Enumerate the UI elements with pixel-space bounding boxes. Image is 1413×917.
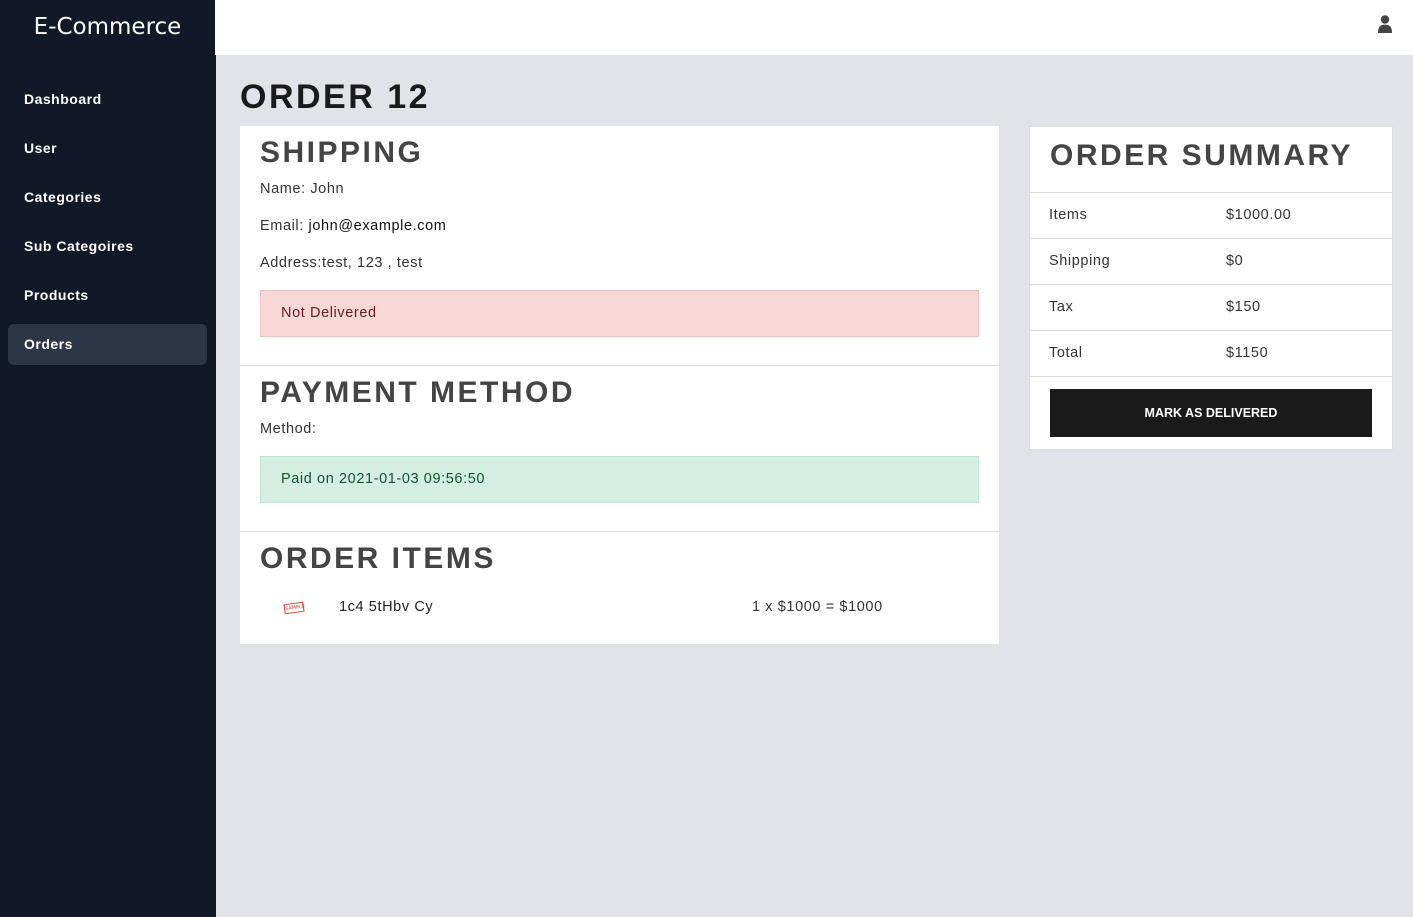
payment-status-alert: Paid on 2021-01-03 09:56:50 [260, 456, 979, 503]
summary-row-shipping: Shipping $0 [1030, 238, 1392, 284]
order-details-card: SHIPPING Name: John Email: john@example.… [240, 126, 999, 644]
mark-as-delivered-button[interactable]: MARK AS DELIVERED [1050, 389, 1372, 437]
delivery-status-alert: Not Delivered [260, 290, 979, 337]
sidebar-item-sub-categories[interactable]: Sub Categoires [8, 226, 207, 267]
page-title: ORDER 12 [240, 78, 431, 116]
shipping-address: Address:test, 123 , test [260, 255, 423, 271]
summary-row-tax: Tax $150 [1030, 284, 1392, 330]
summary-label: Items [1049, 207, 1088, 223]
summary-value: $1000.00 [1226, 207, 1292, 223]
top-bar [215, 0, 1413, 55]
shipping-title: SHIPPING [260, 136, 424, 169]
summary-value: $0 [1226, 253, 1244, 269]
sidebar-item-orders[interactable]: Orders [8, 324, 207, 365]
summary-title: ORDER SUMMARY [1050, 139, 1354, 172]
order-items-title: ORDER ITEMS [260, 542, 496, 575]
section-divider [240, 531, 999, 532]
sidebar: E-Commerce Dashboard User Categories Sub… [0, 0, 216, 917]
summary-row-items: Items $1000.00 [1030, 192, 1392, 238]
sidebar-item-products[interactable]: Products [8, 275, 207, 316]
summary-label: Total [1049, 345, 1083, 361]
item-price-calc: 1 x $1000 = $1000 [752, 599, 883, 615]
sidebar-item-dashboard[interactable]: Dashboard [8, 79, 207, 120]
payment-title: PAYMENT METHOD [260, 376, 576, 409]
shipping-email-link[interactable]: john@example.com [309, 218, 447, 234]
summary-row-total: Total $1150 [1030, 330, 1392, 377]
product-link[interactable]: 1c4 5tHbv Cy [339, 599, 433, 615]
product-thumbnail[interactable]: SAMPLE [283, 601, 305, 615]
section-divider [240, 365, 999, 366]
summary-label: Shipping [1049, 253, 1111, 269]
shipping-email-row: Email: john@example.com [260, 218, 446, 234]
user-icon[interactable] [1378, 15, 1392, 33]
shipping-email-label: Email: [260, 218, 309, 234]
payment-method: Method: [260, 421, 317, 437]
summary-value: $150 [1226, 299, 1261, 315]
brand-logo[interactable]: E-Commerce [0, 0, 215, 55]
summary-value: $1150 [1226, 345, 1269, 361]
shipping-name: Name: John [260, 181, 345, 197]
order-summary-card: ORDER SUMMARY Items $1000.00 Shipping $0… [1029, 126, 1393, 450]
summary-label: Tax [1049, 299, 1074, 315]
sidebar-item-categories[interactable]: Categories [8, 177, 207, 218]
sidebar-item-user[interactable]: User [8, 128, 207, 169]
